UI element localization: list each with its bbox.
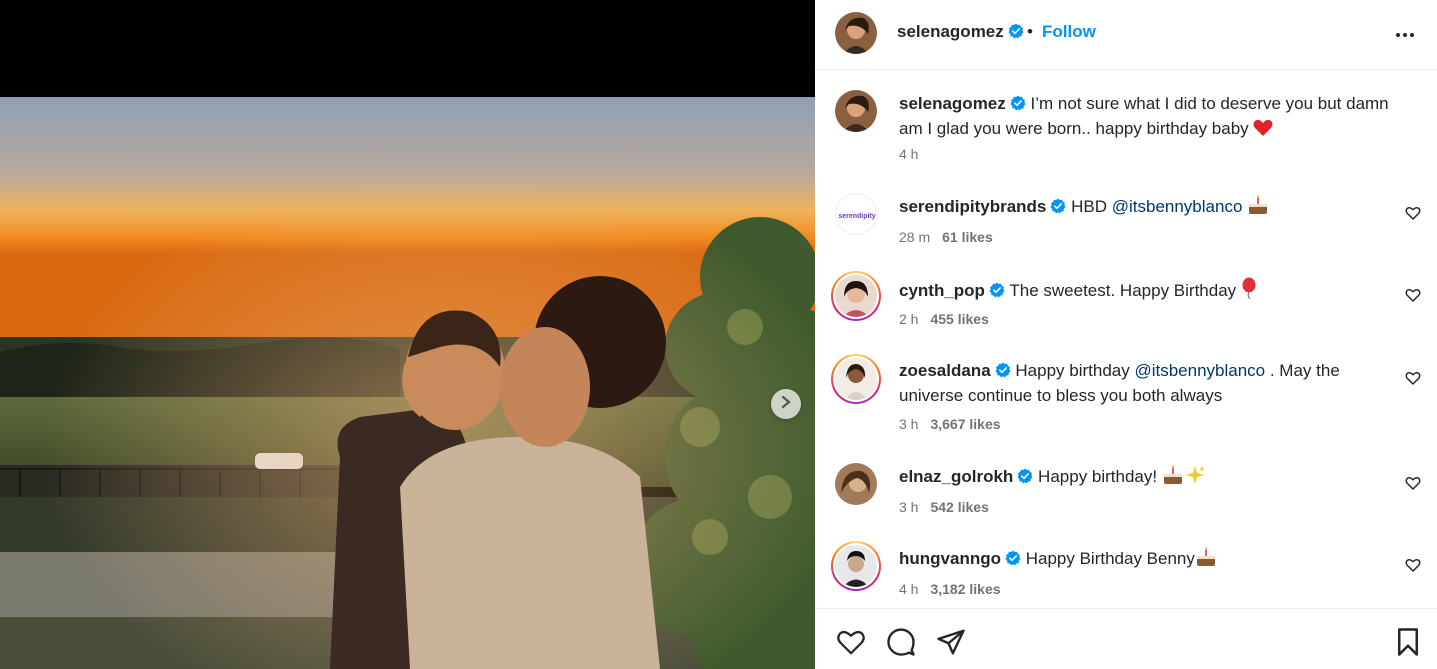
comment-username[interactable]: serendipitybrands	[899, 197, 1046, 216]
like-comment-button[interactable]	[1405, 370, 1423, 388]
more-horizontal-icon	[1395, 25, 1415, 43]
comment-meta: 28 m 61 likes	[899, 229, 993, 245]
more-options-button[interactable]	[1393, 22, 1417, 46]
comment-text: serendipitybrands HBD @itsbennyblanco	[899, 195, 1399, 221]
post-author-username[interactable]: selenagomez	[897, 22, 1024, 44]
comment-time[interactable]: 28 m	[899, 229, 930, 245]
comment-likes[interactable]: 455 likes	[930, 311, 988, 327]
story-ring[interactable]	[831, 271, 881, 321]
comment-body: Happy birthday!	[1038, 467, 1162, 486]
comment-text: zoesaldana Happy birthday @itsbennyblanc…	[899, 359, 1399, 407]
comment-meta: 3 h 542 likes	[899, 499, 989, 515]
comment-meta: 3 h 3,667 likes	[899, 416, 1001, 432]
avatar	[835, 358, 877, 400]
comment-likes[interactable]: 3,182 likes	[930, 581, 1000, 597]
sparkles-icon	[1184, 465, 1206, 491]
comment-username[interactable]: elnaz_golrokh	[899, 467, 1013, 486]
serendipity-logo-text: serendipity	[838, 213, 875, 220]
post-side-panel: selenagomez • Follow selenagomez I’m not…	[815, 0, 1437, 669]
avatar[interactable]: serendipity	[835, 193, 877, 235]
caption-text: selenagomez I’m not sure what I did to d…	[899, 92, 1399, 143]
avatar	[835, 275, 877, 317]
balloon-icon	[1241, 277, 1257, 305]
verified-badge-icon	[989, 281, 1005, 304]
next-photo-button[interactable]	[771, 389, 801, 419]
comment-body: Happy Birthday Benny	[1025, 549, 1195, 568]
comment-time[interactable]: 3 h	[899, 499, 918, 515]
comment-body: HBD	[1071, 197, 1112, 216]
caption-username[interactable]: selenagomez	[899, 94, 1006, 113]
post-media	[0, 0, 815, 669]
avatar[interactable]	[835, 12, 877, 54]
caption-time[interactable]: 4 h	[899, 146, 918, 162]
avatar[interactable]	[835, 90, 877, 132]
verified-badge-icon	[1010, 94, 1026, 117]
red-heart-icon	[1253, 119, 1273, 143]
post-photo	[0, 97, 815, 669]
avatar[interactable]	[835, 463, 877, 505]
verified-badge-icon	[1050, 197, 1066, 220]
heart-icon	[1405, 288, 1421, 307]
comment-likes[interactable]: 3,667 likes	[930, 416, 1000, 432]
comment-meta: 2 h 455 likes	[899, 311, 989, 327]
comment-button[interactable]	[885, 627, 917, 659]
post-header: selenagomez • Follow	[815, 0, 1437, 70]
comment-likes[interactable]: 61 likes	[942, 229, 993, 245]
share-icon	[935, 629, 967, 661]
heart-icon	[1405, 476, 1421, 495]
like-comment-button[interactable]	[1405, 557, 1423, 575]
comment-username[interactable]: hungvanngo	[899, 549, 1001, 568]
verified-badge-icon	[1008, 23, 1024, 44]
comment-icon	[885, 628, 917, 661]
comment-time[interactable]: 3 h	[899, 416, 918, 432]
chevron-right-icon	[780, 395, 792, 414]
birthday-cake-icon	[1247, 195, 1269, 221]
bookmark-icon	[1393, 628, 1423, 661]
heart-icon	[1405, 371, 1421, 390]
like-button[interactable]	[835, 627, 867, 659]
verified-badge-icon	[995, 361, 1011, 384]
heart-icon	[1405, 206, 1421, 225]
birthday-cake-icon	[1195, 547, 1217, 573]
share-button[interactable]	[935, 627, 967, 659]
story-ring[interactable]	[831, 354, 881, 404]
birthday-cake-icon	[1162, 465, 1184, 491]
follow-button[interactable]: Follow	[1042, 22, 1096, 42]
comment-time[interactable]: 2 h	[899, 311, 918, 327]
separator-dot: •	[1027, 22, 1033, 41]
mention-link[interactable]: @itsbennyblanco	[1112, 197, 1243, 216]
verified-badge-icon	[1005, 549, 1021, 572]
mention-link[interactable]: @itsbennyblanco	[1134, 361, 1265, 380]
post-actions-bar	[815, 608, 1437, 669]
comment-username[interactable]: cynth_pop	[899, 281, 985, 300]
like-comment-button[interactable]	[1405, 475, 1423, 493]
comment-text: cynth_pop The sweetest. Happy Birthday	[899, 277, 1399, 305]
comment-body: Happy birthday	[1015, 361, 1135, 380]
like-comment-button[interactable]	[1405, 205, 1423, 223]
comment-body: The sweetest. Happy Birthday	[1009, 281, 1241, 300]
heart-icon	[1405, 558, 1421, 577]
save-button[interactable]	[1393, 627, 1425, 659]
comment-likes[interactable]: 542 likes	[930, 499, 988, 515]
heart-icon	[835, 630, 867, 661]
avatar	[835, 545, 877, 587]
comment-username[interactable]: zoesaldana	[899, 361, 991, 380]
verified-badge-icon	[1017, 467, 1033, 490]
comments-list[interactable]: selenagomez I’m not sure what I did to d…	[815, 71, 1437, 608]
comment-time[interactable]: 4 h	[899, 581, 918, 597]
username-text: selenagomez	[897, 22, 1004, 41]
comment-text: elnaz_golrokh Happy birthday!	[899, 465, 1399, 491]
story-ring[interactable]	[831, 541, 881, 591]
comment-meta: 4 h 3,182 likes	[899, 581, 1001, 597]
like-comment-button[interactable]	[1405, 287, 1423, 305]
comment-text: hungvanngo Happy Birthday Benny	[899, 547, 1399, 573]
